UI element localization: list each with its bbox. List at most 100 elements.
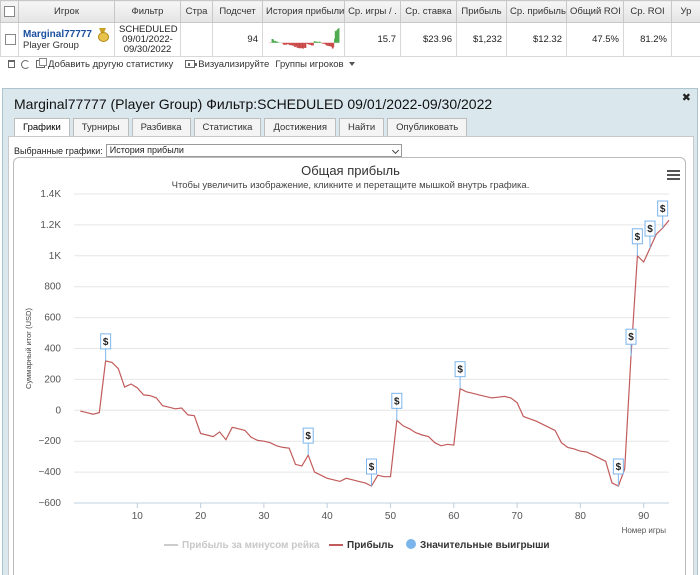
sparkline-chart xyxy=(268,28,340,49)
big-win-label: $ xyxy=(103,337,109,348)
col-avg-stake[interactable]: Ср. ставка xyxy=(400,0,457,23)
trash-icon[interactable] xyxy=(8,60,15,68)
filter-cell: SCHEDULED 09/01/2022- 09/30/2022 xyxy=(114,22,181,57)
avg-profit-cell: $12.32 xyxy=(506,22,567,57)
filter-line-2: 09/01/2022- xyxy=(122,33,173,45)
legend-bigwins-swatch xyxy=(406,539,416,549)
y-tick-label: 600 xyxy=(44,313,61,324)
x-tick-label: 20 xyxy=(195,511,207,522)
big-win-label: $ xyxy=(660,204,666,215)
col-avg-profit[interactable]: Ср. прибыль xyxy=(506,0,567,23)
player-groups-dropdown[interactable]: Группы игроков xyxy=(275,58,355,70)
profit-history-sparkline[interactable] xyxy=(262,22,345,57)
tab-find[interactable]: Найти xyxy=(339,118,385,136)
avg-games-cell: 15.7 xyxy=(344,22,401,57)
big-win-label: $ xyxy=(616,462,622,473)
row-checkbox[interactable] xyxy=(0,22,19,57)
col-filter[interactable]: Фильтр xyxy=(114,0,181,23)
y-tick-label: 0 xyxy=(55,405,61,416)
col-avg-roi[interactable]: Ср. ROI xyxy=(623,0,672,23)
avg-stake-cell: $23.96 xyxy=(400,22,457,57)
big-win-label: $ xyxy=(647,224,653,235)
visualize-button[interactable]: Визуализируйте xyxy=(185,59,269,70)
profit-series-line xyxy=(80,219,670,487)
big-win-label: $ xyxy=(305,431,311,442)
x-tick-label: 70 xyxy=(512,511,524,522)
tab-charts[interactable]: Графики xyxy=(14,118,70,137)
big-win-label: $ xyxy=(635,232,641,243)
y-tick-label: −400 xyxy=(38,467,61,478)
chart-icon xyxy=(185,60,198,68)
country-cell xyxy=(180,22,213,57)
x-tick-label: 60 xyxy=(448,511,460,522)
filter-line-1: SCHEDULED xyxy=(119,23,178,35)
filter-line-3: 09/30/2022 xyxy=(123,43,172,55)
y-tick-label: 1K xyxy=(49,251,62,262)
tab-statistics[interactable]: Статистика xyxy=(193,118,262,136)
player-groups-label: Группы игроков xyxy=(275,58,344,70)
level-cell xyxy=(671,22,700,57)
col-count[interactable]: Подсчет xyxy=(212,0,263,23)
tab-publish[interactable]: Опубликовать xyxy=(387,118,468,136)
y-tick-label: −200 xyxy=(38,436,61,447)
x-tick-label: 50 xyxy=(385,511,397,522)
col-total-roi[interactable]: Общий ROI xyxy=(566,0,624,23)
add-stat-button[interactable]: Добавить другую статистику xyxy=(36,58,174,70)
visualize-label: Визуализируйте xyxy=(198,58,270,70)
refresh-icon[interactable] xyxy=(21,59,30,69)
big-win-label: $ xyxy=(369,462,375,473)
y-tick-label: −600 xyxy=(38,498,61,509)
x-axis-title: Номер игры xyxy=(622,526,667,535)
chart-selector-value: История прибыли xyxy=(109,145,184,155)
count-cell: 94 xyxy=(212,22,263,57)
x-tick-label: 80 xyxy=(575,511,587,522)
player-link[interactable]: Marginal77777 xyxy=(23,29,110,40)
panel-body: Выбранные графики: История прибыли −600 −… xyxy=(8,136,694,575)
col-profit-history[interactable]: История прибыли xyxy=(262,0,345,23)
col-player[interactable]: Игрок xyxy=(18,0,115,23)
chart-menu-icon[interactable] xyxy=(667,170,680,180)
col-avg-games[interactable]: Ср. игры / . xyxy=(344,0,401,23)
profit-cell: $1,232 xyxy=(456,22,507,57)
total-roi-cell: 47.5% xyxy=(566,22,624,57)
chart-selector-row: Выбранные графики: История прибыли xyxy=(14,144,402,157)
chevron-down-icon xyxy=(391,146,399,155)
add-stat-label: Добавить другую статистику xyxy=(48,58,174,70)
chevron-down-icon xyxy=(348,62,355,66)
tab-achievements[interactable]: Достижения xyxy=(264,118,337,136)
details-panel: Marginal77777 (Player Group) Фильтр:SCHE… xyxy=(2,88,698,575)
big-win-label: $ xyxy=(394,396,400,407)
table-header-row: Игрок Фильтр Стра Подсчет История прибыл… xyxy=(0,0,700,23)
select-all-checkbox[interactable] xyxy=(0,0,19,23)
legend-rake-label: Прибыль за минусом рейка xyxy=(182,539,320,551)
legend-bigwins-label: Значительные выигрыши xyxy=(420,540,550,551)
y-tick-label: 400 xyxy=(44,344,61,355)
x-tick-label: 10 xyxy=(132,511,144,522)
y-tick-label: 1.2K xyxy=(40,220,61,231)
panel-title: Marginal77777 (Player Group) Фильтр:SCHE… xyxy=(14,96,493,112)
big-win-label: $ xyxy=(457,365,463,376)
chart-selector-dropdown[interactable]: История прибыли xyxy=(105,144,402,157)
y-axis-title: Суммарный итог (USD) xyxy=(24,308,33,389)
profit-chart[interactable]: −600 −400 −200 0 200 400 600 800 1K 1.2K 1.4K 10 20 3… xyxy=(13,157,686,575)
col-country[interactable]: Стра xyxy=(180,0,213,23)
chart-subtitle: Чтобы увеличить изображение, кликните и … xyxy=(171,180,530,191)
close-icon[interactable]: ✖ xyxy=(682,91,691,104)
panel-tabs: Графики Турниры Разбивка Статистика Дост… xyxy=(14,118,468,137)
tab-breakdown[interactable]: Разбивка xyxy=(131,118,191,136)
x-tick-label: 90 xyxy=(638,511,650,522)
copy-icon xyxy=(36,58,47,68)
player-group: Player Group xyxy=(23,39,79,51)
chart-selector-label: Выбранные графики: xyxy=(14,145,103,156)
col-profit[interactable]: Прибыль xyxy=(456,0,507,23)
stats-toolbar: Добавить другую статистику Визуализируйт… xyxy=(0,56,700,72)
chart-title: Общая прибыль xyxy=(301,163,400,178)
x-tick-label: 40 xyxy=(322,511,334,522)
avg-roi-cell: 81.2% xyxy=(623,22,672,57)
y-tick-label: 800 xyxy=(44,282,61,293)
col-level[interactable]: Ур xyxy=(671,0,700,23)
y-tick-label: 200 xyxy=(44,374,61,385)
tab-tournaments[interactable]: Турниры xyxy=(72,118,129,136)
profit-chart-svg: −600−400−20002004006008001K1.2K1.4K10 20 3… xyxy=(24,189,670,551)
legend-profit-label: Прибыль xyxy=(347,539,394,551)
